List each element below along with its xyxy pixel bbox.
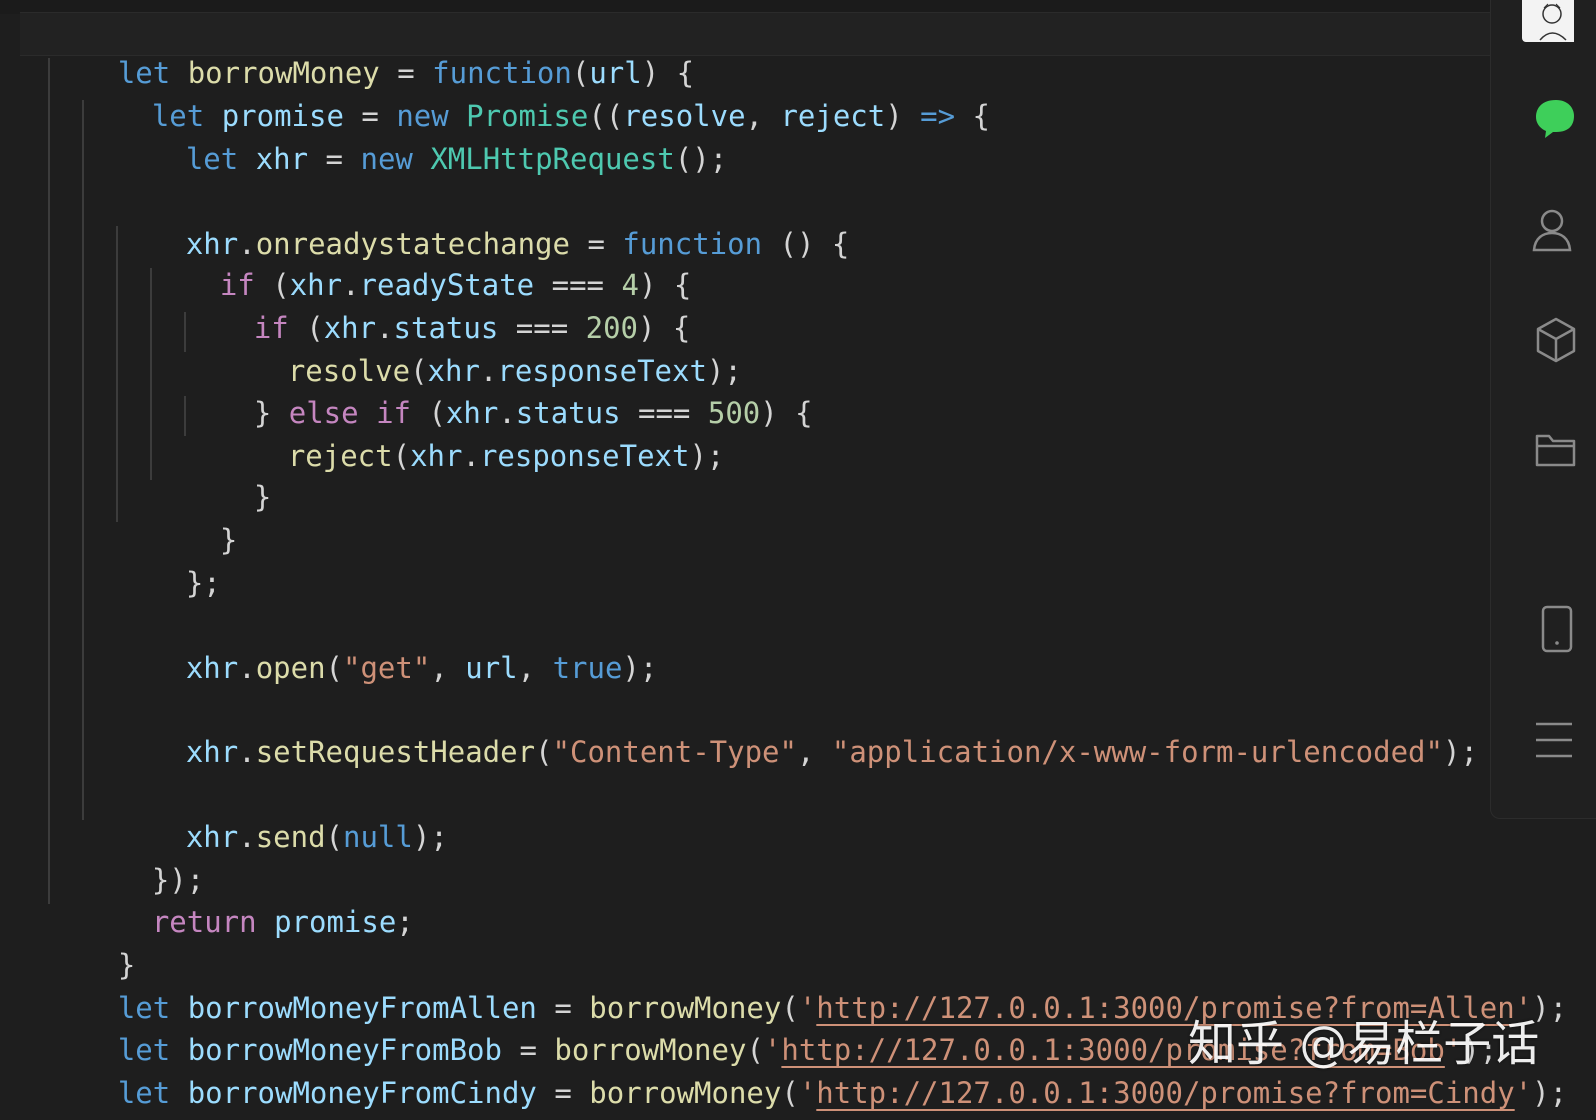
menu-icon[interactable]	[1534, 718, 1574, 767]
string-quote: '	[798, 1076, 817, 1110]
chat-icon[interactable]	[1534, 98, 1574, 145]
phone-icon[interactable]	[1540, 604, 1574, 659]
keyword: new	[360, 142, 413, 176]
string-literal: "get"	[343, 651, 431, 685]
punctuation: ) {	[760, 396, 813, 430]
user-icon[interactable]	[1532, 208, 1572, 257]
punctuation: (	[535, 735, 553, 769]
punctuation: ,	[430, 651, 466, 685]
function-call: send	[255, 820, 326, 854]
indent-guide	[48, 58, 50, 904]
property: responseText	[479, 439, 690, 473]
avatar[interactable]	[1522, 0, 1574, 42]
punctuation: ,	[796, 735, 832, 769]
punctuation: )	[885, 99, 921, 133]
punctuation: .	[462, 439, 480, 473]
keyword: let	[185, 142, 239, 176]
identifier: xhr	[255, 142, 309, 176]
code-line[interactable]: return promise;	[82, 862, 414, 939]
function-call: reject	[287, 439, 393, 473]
operator: =	[308, 142, 361, 176]
control-keyword: return	[151, 905, 257, 939]
operator: =	[536, 1076, 590, 1110]
code-line[interactable]: };	[116, 523, 221, 600]
code-editor[interactable]: let borrowMoney = function(url) { let pr…	[0, 0, 1596, 1120]
code-line[interactable]: resolve(xhr.responseText);	[218, 311, 742, 388]
punctuation: ();	[674, 142, 728, 176]
parameter: reject	[780, 99, 886, 133]
punctuation: );	[412, 820, 448, 854]
identifier: xhr	[410, 439, 463, 473]
string-quote: '	[1514, 1076, 1533, 1110]
punctuation: }	[219, 523, 238, 557]
folder-icon[interactable]	[1534, 430, 1576, 473]
code-line[interactable]: xhr.send(null);	[116, 777, 448, 854]
punctuation: (	[325, 820, 344, 854]
punctuation: (	[392, 439, 411, 473]
code-line[interactable]: } else if (xhr.status === 500) {	[184, 353, 813, 430]
url-link[interactable]: http://127.0.0.1:3000/promise?from=Cindy	[816, 1076, 1514, 1110]
punctuation: {	[955, 99, 990, 133]
code-line[interactable]: let borrowMoneyFromAllen = borrowMoney('…	[48, 948, 1567, 1025]
watermark: 知乎 @易栏子话	[1188, 1016, 1540, 1072]
punctuation: ;	[396, 905, 414, 939]
function-call: open	[255, 651, 326, 685]
keyword: let	[117, 1076, 171, 1110]
code-line[interactable]: }	[48, 905, 135, 982]
code-line[interactable]: }	[184, 437, 271, 514]
code-line[interactable]: xhr.open("get", url, true);	[116, 608, 657, 685]
identifier: promise	[274, 905, 397, 939]
identifier: xhr	[185, 651, 239, 685]
function-call: borrowMoney	[589, 1076, 782, 1110]
arrow-operator: =>	[920, 99, 956, 133]
punctuation: ,	[517, 651, 553, 685]
null-literal: null	[343, 820, 413, 854]
punctuation: (	[325, 651, 344, 685]
code-line[interactable]: let borrowMoney = function(url) {	[48, 13, 694, 90]
punctuation: ,	[745, 99, 781, 133]
code-line[interactable]: xhr.setRequestHeader("Content-Type", "ap…	[116, 692, 1478, 769]
punctuation: .	[238, 651, 256, 685]
code-line[interactable]: }	[150, 480, 237, 557]
identifier: url	[465, 651, 518, 685]
indent-guide	[82, 100, 84, 820]
boolean-literal: true	[552, 651, 623, 685]
code-line[interactable]: xhr.onreadystatechange = function () {	[116, 184, 850, 261]
code-line[interactable]: let promise = new Promise((resolve, reje…	[82, 56, 990, 133]
type-name: XMLHttpRequest	[430, 142, 675, 176]
cube-icon[interactable]	[1536, 316, 1576, 369]
punctuation: );	[1442, 735, 1478, 769]
punctuation: .	[238, 735, 256, 769]
punctuation: }	[253, 480, 272, 514]
punctuation: );	[689, 439, 725, 473]
identifier: xhr	[185, 735, 239, 769]
punctuation: );	[1532, 1076, 1568, 1110]
punctuation: () {	[762, 227, 850, 261]
punctuation: );	[622, 651, 658, 685]
identifier: borrowMoneyFromCindy	[187, 1076, 537, 1110]
code-line[interactable]: if (xhr.status === 200) {	[184, 268, 691, 345]
string-literal: "application/x-www-form-urlencoded"	[831, 735, 1443, 769]
punctuation: };	[185, 566, 221, 600]
code-line[interactable]: if (xhr.readyState === 4) {	[150, 225, 691, 302]
code-line[interactable]: let xhr = new XMLHttpRequest();	[116, 99, 727, 176]
code-line[interactable]: reject(xhr.responseText);	[218, 396, 725, 473]
string-literal: "Content-Type"	[552, 735, 797, 769]
punctuation: (	[781, 1076, 799, 1110]
code-line[interactable]: });	[82, 820, 204, 897]
punctuation: .	[238, 820, 256, 854]
function-call: setRequestHeader	[255, 735, 536, 769]
